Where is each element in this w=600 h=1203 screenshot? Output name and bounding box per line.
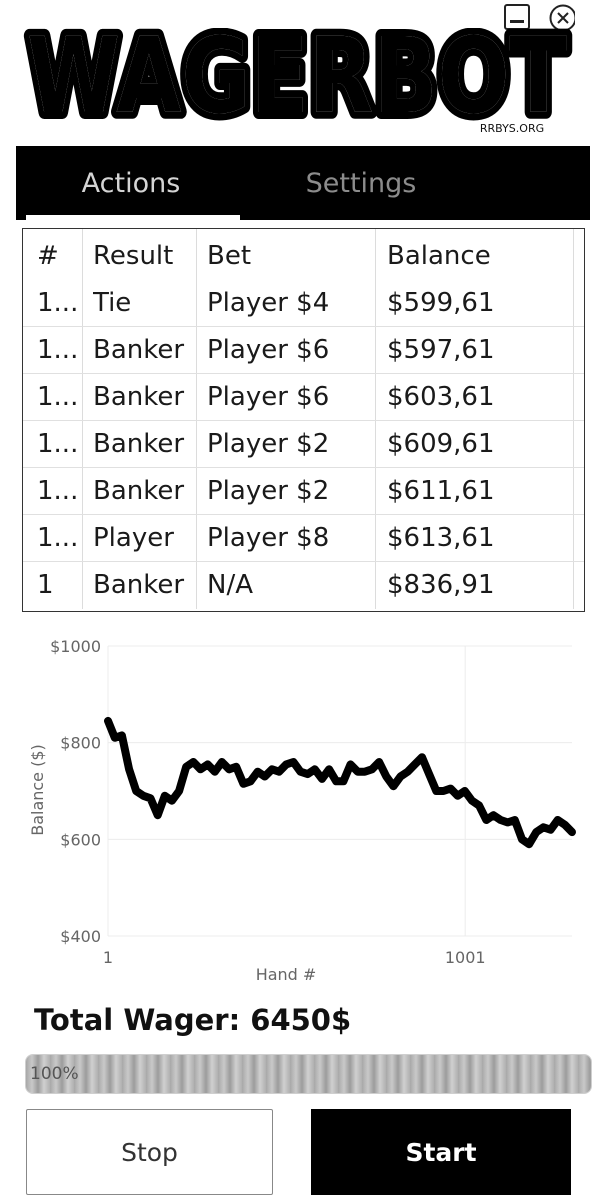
- table-row[interactable]: 1 Banker N/A $836,91: [23, 562, 584, 609]
- tab-actions[interactable]: Actions: [16, 146, 246, 220]
- cell-bet: Player $4: [207, 288, 330, 318]
- progress-fill: [26, 1055, 591, 1093]
- svg-text:RRBYS.ORG: RRBYS.ORG: [480, 122, 544, 135]
- tab-bar: Actions Settings: [16, 146, 590, 220]
- balance-chart: $1000 $800 $600 $400 1 1001 Hand # Balance ($…: [0, 628, 600, 988]
- table-row[interactable]: 1... Banker Player $2 $611,61: [23, 468, 584, 515]
- cell-number: 1...: [37, 523, 77, 553]
- cell-number: 1...: [37, 476, 77, 506]
- minimize-icon: [504, 4, 530, 30]
- progress-label: 100%: [30, 1064, 79, 1084]
- table-row[interactable]: 1... Banker Player $6 $603,61: [23, 374, 584, 421]
- cell-number: 1...: [37, 288, 77, 318]
- cell-result: Tie: [93, 288, 132, 318]
- y-tick-label: $600: [60, 830, 101, 849]
- minimize-button[interactable]: [504, 4, 530, 30]
- table-row[interactable]: 1... Banker Player $2 $609,61: [23, 421, 584, 468]
- progress-bar: 100%: [25, 1054, 592, 1094]
- cell-number: 1: [37, 570, 54, 600]
- cell-bet: Player $6: [207, 335, 330, 365]
- table-row[interactable]: 1... Banker Player $6 $597,61: [23, 327, 584, 374]
- cell-result: Player: [93, 523, 174, 553]
- y-tick-label: $800: [60, 734, 101, 753]
- balance-chart-svg: $1000 $800 $600 $4001 1001 Hand # Balance ($…: [28, 637, 576, 984]
- y-tick-label: $1000: [50, 637, 101, 656]
- column-header-bet[interactable]: Bet: [207, 233, 377, 280]
- column-header-number[interactable]: #: [37, 233, 77, 280]
- cell-number: 1...: [37, 382, 77, 412]
- column-header-result[interactable]: Result: [93, 233, 203, 280]
- cell-balance: $613,61: [387, 523, 495, 553]
- cell-result: Banker: [93, 335, 185, 365]
- app-logo: WAGERBOT WAGERBOT RRBYS.ORG: [12, 8, 582, 144]
- y-tick-label: $400: [60, 927, 101, 946]
- start-button[interactable]: Start: [311, 1109, 571, 1195]
- cell-balance: $609,61: [387, 429, 495, 459]
- table-row[interactable]: 1... Tie Player $4 $599,61: [23, 280, 584, 327]
- cell-bet: Player $2: [207, 429, 330, 459]
- cell-result: Banker: [93, 382, 185, 412]
- column-header-balance[interactable]: Balance: [387, 233, 577, 280]
- tab-settings[interactable]: Settings: [246, 146, 476, 220]
- cell-balance: $836,91: [387, 570, 495, 600]
- cell-balance: $603,61: [387, 382, 495, 412]
- cell-bet: N/A: [207, 570, 253, 600]
- cell-balance: $597,61: [387, 335, 495, 365]
- stop-button[interactable]: Stop: [26, 1109, 273, 1195]
- series-line: [104, 716, 576, 849]
- cell-balance: $611,61: [387, 476, 495, 506]
- tab-actions-label: Actions: [81, 167, 181, 199]
- svg-text:WAGERBOT: WAGERBOT: [27, 28, 567, 137]
- cell-result: Banker: [93, 429, 185, 459]
- cell-bet: Player $2: [207, 476, 330, 506]
- cell-number: 1...: [37, 335, 77, 365]
- table-row[interactable]: 1... Player Player $8 $613,61: [23, 515, 584, 562]
- x-tick-label: 1: [103, 948, 113, 967]
- cell-bet: Player $6: [207, 382, 330, 412]
- cell-result: Banker: [93, 570, 185, 600]
- cell-bet: Player $8: [207, 523, 330, 553]
- total-wager: Total Wager: 6450$: [34, 1003, 352, 1037]
- active-tab-indicator: [26, 215, 240, 220]
- x-axis-label: Hand #: [256, 965, 317, 984]
- table-header-row: # Result Bet Balance: [23, 233, 584, 280]
- results-table: # Result Bet Balance 1... Tie Player $4 …: [22, 228, 585, 612]
- y-axis-label: Balance ($): [28, 744, 47, 836]
- cell-balance: $599,61: [387, 288, 495, 318]
- tab-settings-label: Settings: [305, 167, 417, 199]
- cell-result: Banker: [93, 476, 185, 506]
- x-tick-label: 1001: [445, 948, 486, 967]
- cell-number: 1...: [37, 429, 77, 459]
